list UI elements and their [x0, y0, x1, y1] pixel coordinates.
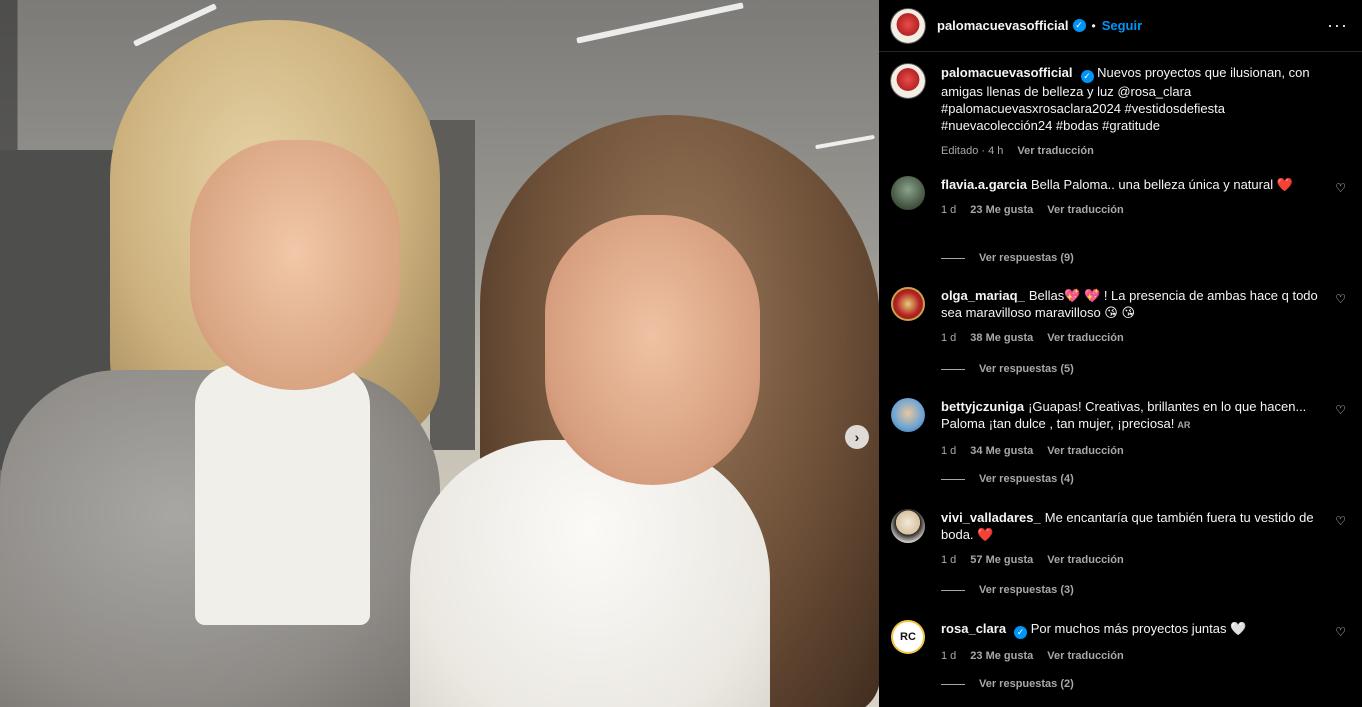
view-replies-label: Ver respuestas (3) — [979, 584, 1074, 596]
view-replies-button[interactable]: Ver respuestas (3) — [941, 584, 1074, 596]
comment-time: 1 d — [941, 650, 957, 662]
comment-time: 1 d — [941, 445, 957, 457]
view-replies-label: Ver respuestas (4) — [979, 473, 1074, 485]
replies-divider — [941, 589, 965, 591]
person-right-face — [545, 215, 760, 485]
caption-author-avatar[interactable] — [891, 64, 925, 98]
caption-username[interactable]: palomacuevasofficial — [941, 65, 1073, 80]
caption-translate-link[interactable]: Ver traducción — [1017, 143, 1093, 160]
more-options-icon[interactable]: ··· — [1327, 15, 1348, 36]
comment-text: Por muchos más proyectos juntas 🤍 — [1030, 621, 1247, 636]
comment-text: Bella Paloma.. una belleza única y natur… — [1031, 177, 1277, 192]
person-right-sweater — [410, 440, 770, 707]
comment-translate-link[interactable]: Ver traducción — [1047, 202, 1123, 219]
comment-username[interactable]: flavia.a.garcia — [941, 177, 1027, 192]
chevron-right-icon: › — [854, 429, 860, 445]
comment-likes[interactable]: 38 Me gusta — [970, 330, 1033, 347]
comment-likes[interactable]: 57 Me gusta — [970, 552, 1033, 569]
person-left-face — [190, 140, 400, 390]
view-replies-label: Ver respuestas (5) — [979, 363, 1074, 375]
carousel-next-button[interactable]: › — [845, 425, 869, 449]
caption: palomacuevasofficial ✓ Nuevos proyectos q… — [891, 64, 1348, 160]
comment-item: vivi_valladares_ Me encantaría que tambié… — [891, 509, 1348, 569]
comment-avatar[interactable] — [891, 509, 925, 543]
red-heart-emoji: ❤️ — [977, 527, 994, 542]
comment-item: bettyjczuniga ¡Guapas! Creativas, brillan… — [891, 398, 1348, 460]
post-header: palomacuevasofficial ✓ • Seguir ··· — [879, 0, 1362, 52]
comment-translate-link[interactable]: Ver traducción — [1047, 330, 1123, 347]
view-replies-button[interactable]: Ver respuestas (2) — [941, 678, 1074, 690]
verified-badge-icon: ✓ — [1080, 70, 1094, 83]
replies-divider — [941, 683, 965, 685]
comment-username[interactable]: vivi_valladares_ — [941, 510, 1041, 525]
heart-outline-icon[interactable]: ♡ — [1335, 181, 1346, 195]
comment-item: RC rosa_clara ✓ Por muchos más proyectos … — [891, 620, 1348, 665]
comment-likes[interactable]: 23 Me gusta — [970, 202, 1033, 219]
comment-username[interactable]: rosa_clara — [941, 621, 1006, 636]
comment-username[interactable]: bettyjczuniga — [941, 399, 1024, 414]
comment-translate-link[interactable]: Ver traducción — [1047, 552, 1123, 569]
red-heart-emoji: ❤️ — [1276, 177, 1293, 192]
post-side-panel: palomacuevasofficial ✓ • Seguir ··· palo… — [879, 0, 1362, 707]
comment-avatar[interactable] — [891, 176, 925, 210]
view-replies-label: Ver respuestas (9) — [979, 252, 1074, 264]
author-avatar[interactable] — [891, 8, 925, 43]
comment-translate-link[interactable]: Ver traducción — [1047, 443, 1123, 460]
separator-dot: • — [1091, 18, 1096, 33]
heart-outline-icon[interactable]: ♡ — [1335, 514, 1346, 528]
caption-edited-time: Editado · 4 h — [941, 145, 1004, 157]
view-replies-button[interactable]: Ver respuestas (4) — [941, 473, 1074, 485]
comment-item: olga_mariaq_ Bellas💖 💖 ! La presencia de … — [891, 287, 1348, 347]
comment-time: 1 d — [941, 554, 957, 566]
heart-outline-icon[interactable]: ♡ — [1335, 292, 1346, 306]
person-left-shirt — [195, 365, 370, 625]
follow-button[interactable]: Seguir — [1102, 18, 1142, 33]
heart-outline-icon[interactable]: ♡ — [1335, 403, 1346, 417]
comment-time: 1 d — [941, 204, 957, 216]
comment-time: 1 d — [941, 332, 957, 344]
comment-username[interactable]: olga_mariaq_ — [941, 288, 1025, 303]
view-replies-button[interactable]: Ver respuestas (9) — [941, 252, 1074, 264]
verified-badge-icon: ✓ — [1072, 19, 1086, 32]
verified-badge-icon: ✓ — [1014, 626, 1028, 639]
view-replies-button[interactable]: Ver respuestas (5) — [941, 363, 1074, 375]
comments-scroll-area[interactable]: palomacuevasofficial ✓ Nuevos proyectos q… — [879, 52, 1362, 707]
post-photo[interactable]: › — [0, 0, 879, 707]
comment-item: flavia.a.garcia Bella Paloma.. una bellez… — [891, 176, 1348, 219]
comment-avatar[interactable]: RC — [891, 620, 925, 654]
comment-avatar[interactable] — [891, 398, 925, 432]
author-username[interactable]: palomacuevasofficial — [937, 18, 1069, 33]
comment-likes[interactable]: 34 Me gusta — [970, 443, 1033, 460]
comment-translate-link[interactable]: Ver traducción — [1047, 648, 1123, 665]
replies-divider — [941, 257, 965, 259]
replies-divider — [941, 478, 965, 480]
replies-divider — [941, 368, 965, 370]
comment-avatar[interactable] — [891, 287, 925, 321]
comment-likes[interactable]: 23 Me gusta — [970, 648, 1033, 665]
country-badge: AR — [1177, 420, 1191, 430]
instagram-post-view: › palomacuevasofficial ✓ • Seguir ··· pa… — [0, 0, 1362, 707]
view-replies-label: Ver respuestas (2) — [979, 678, 1074, 690]
heart-outline-icon[interactable]: ♡ — [1335, 625, 1346, 639]
